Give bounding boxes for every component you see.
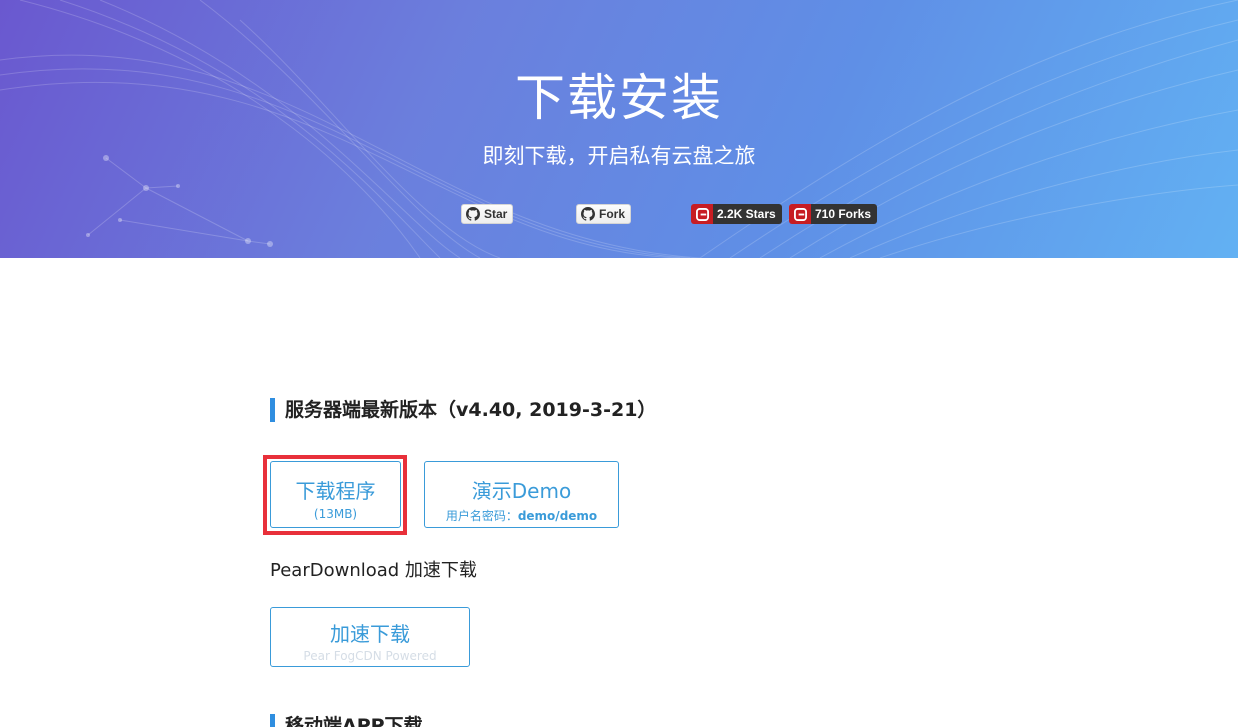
github-icon: [466, 207, 480, 221]
gitee-forks-badge[interactable]: 710 Forks: [789, 204, 878, 224]
demo-label: 演示Demo: [471, 479, 572, 503]
github-star-label: Star: [484, 207, 508, 221]
pear-download-text: PearDownload 加速下载: [270, 560, 477, 581]
demo-cred-prefix: 用户名密码：: [445, 509, 518, 523]
hero-banner: 下载安装 即刻下载，开启私有云盘之旅 Star Fork 2.2K Stars …: [0, 0, 1238, 258]
github-fork-label: Fork: [599, 207, 626, 221]
gitee-forks-count: 710 Forks: [811, 204, 878, 224]
github-icon: [581, 207, 595, 221]
accelerated-download-powered: Pear FogCDN Powered: [303, 649, 437, 663]
gitee-stars-count: 2.2K Stars: [713, 204, 782, 224]
demo-cred-value: demo/demo: [517, 509, 598, 523]
github-fork-button[interactable]: Fork: [576, 204, 632, 224]
gitee-icon: [691, 204, 713, 224]
download-size: (13MB): [313, 507, 358, 521]
demo-button[interactable]: 演示Demo 用户名密码：demo/demo: [424, 461, 619, 528]
github-star-button[interactable]: Star: [461, 204, 514, 224]
gitee-stars-badge[interactable]: 2.2K Stars: [691, 204, 782, 224]
page-subtitle: 即刻下载，开启私有云盘之旅: [482, 144, 756, 168]
download-program-button[interactable]: 下载程序 (13MB): [270, 461, 401, 528]
mobile-section-title: 移动端APP下载: [270, 714, 423, 727]
download-program-label: 下载程序: [295, 479, 376, 503]
demo-credentials: 用户名密码：demo/demo: [425, 507, 618, 524]
accelerated-download-label: 加速下载: [330, 622, 410, 646]
accelerated-download-button[interactable]: 加速下载 Pear FogCDN Powered: [270, 607, 470, 667]
page-title: 下载安装: [515, 69, 723, 127]
gitee-icon: [789, 204, 811, 224]
server-section-title: 服务器端最新版本（v4.40, 2019-3-21）: [270, 398, 656, 422]
